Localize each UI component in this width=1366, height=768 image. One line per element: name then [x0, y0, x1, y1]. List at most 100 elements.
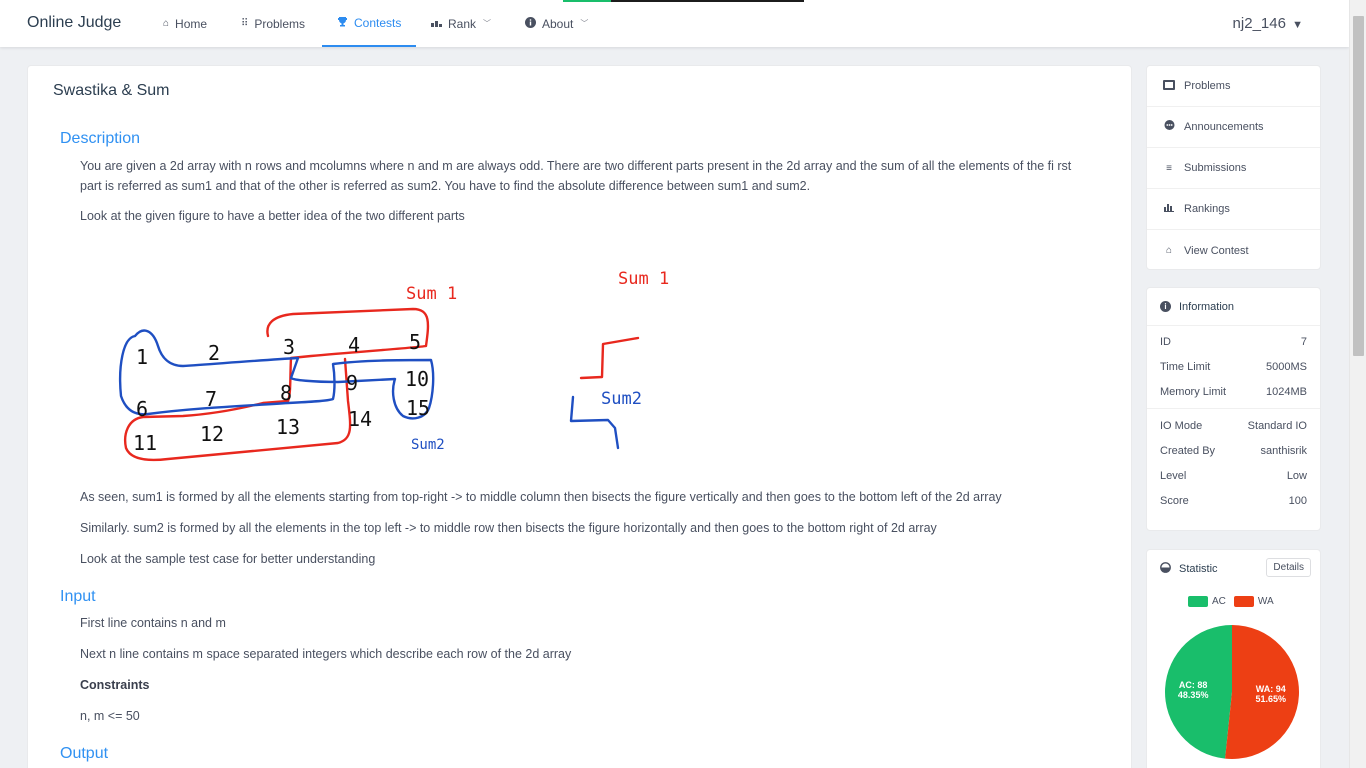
- input-paragraph: First line contains n and m: [80, 616, 226, 630]
- statistic-title: Statistic: [1179, 563, 1218, 575]
- chat-icon: [1163, 120, 1175, 134]
- grid-number: 4: [348, 333, 360, 357]
- description-paragraph: Look at the given figure to have a bette…: [80, 209, 465, 223]
- bar-chart-icon: [431, 18, 442, 30]
- grid-number: 5: [409, 330, 421, 354]
- side-menu-view-contest[interactable]: ⌂ View Contest: [1147, 230, 1320, 271]
- information-header: i Information: [1147, 288, 1320, 326]
- submission-pie-chart: AC: 8848.35% WA: 9451.65%: [1165, 625, 1299, 759]
- grid-number: 13: [276, 415, 300, 439]
- grid-number: 12: [200, 422, 224, 446]
- legend-item-wa[interactable]: WA: [1233, 596, 1274, 607]
- information-title: Information: [1179, 300, 1235, 313]
- grid-number: 1: [136, 345, 148, 369]
- grid-number: 11: [133, 431, 157, 455]
- nav-problems[interactable]: ⠿ Problems: [241, 0, 305, 47]
- sum1-shape-label: Sum 1: [618, 269, 669, 289]
- pie-chart-icon: [1160, 562, 1171, 576]
- site-logo[interactable]: Online Judge: [27, 14, 121, 32]
- description-paragraph: As seen, sum1 is formed by all the eleme…: [80, 490, 1002, 504]
- pie-slice-label: 48.35%: [1178, 690, 1209, 700]
- details-button[interactable]: Details: [1266, 558, 1311, 577]
- grid-number: 9: [346, 371, 358, 395]
- info-row: Created By santhisrik: [1160, 445, 1307, 457]
- swastika-figure: 1 2 3 4 5 6 7 8 9 10 11 12 13 14 15 Sum …: [118, 269, 669, 462]
- vertical-scrollbar[interactable]: [1349, 0, 1366, 768]
- book-icon: [1163, 79, 1175, 93]
- input-heading: Input: [60, 588, 96, 605]
- grid-icon: ⠿: [241, 18, 249, 29]
- grid-number: 7: [205, 387, 217, 411]
- description-paragraph: Similarly. sum2 is formed by all the ele…: [80, 521, 937, 535]
- info-icon: i: [1160, 301, 1171, 312]
- side-menu-announcements[interactable]: Announcements: [1147, 107, 1320, 148]
- info-row: ID 7: [1160, 336, 1307, 348]
- user-menu[interactable]: nj2_146 ▼: [1233, 15, 1303, 32]
- grid-number: 14: [348, 407, 372, 431]
- grid-number: 8: [280, 381, 292, 405]
- info-row: Time Limit 5000MS: [1160, 361, 1307, 373]
- trophy-icon: [337, 16, 348, 30]
- bar-chart-icon: [1163, 203, 1175, 215]
- description-paragraph: Look at the sample test case for better …: [80, 552, 376, 566]
- page-loading-bar: [563, 0, 804, 2]
- side-menu-submissions[interactable]: ≡ Submissions: [1147, 148, 1320, 189]
- nav-contests[interactable]: Contests: [322, 0, 417, 47]
- grid-number: 6: [136, 397, 148, 421]
- nav-contests-label: Contests: [354, 15, 402, 30]
- sum1-shape: [579, 336, 640, 380]
- grid-number: 3: [283, 335, 295, 359]
- problem-title: Swastika & Sum: [53, 82, 170, 99]
- nav-about[interactable]: About ﹀: [525, 0, 588, 47]
- loading-bar-fill: [563, 0, 611, 2]
- problem-panel: Swastika & Sum Description You are given…: [27, 65, 1132, 768]
- scrollbar-thumb[interactable]: [1353, 16, 1364, 356]
- username: nj2_146: [1232, 15, 1286, 32]
- legend-swatch: [1233, 596, 1254, 607]
- grid-number: 15: [406, 396, 430, 420]
- output-heading: Output: [60, 745, 109, 762]
- nav-home[interactable]: ⌂ Home: [163, 0, 207, 47]
- nav-rank[interactable]: Rank ﹀: [431, 0, 491, 47]
- side-menu-rankings[interactable]: Rankings: [1147, 189, 1320, 230]
- statistic-card: Statistic Details AC WA AC: 88 48.35% WA: …: [1146, 549, 1321, 768]
- top-navbar: Online Judge ⌂ Home ⠿ Problems Contests …: [0, 0, 1349, 47]
- info-row: Memory Limit 1024MB: [1160, 386, 1307, 398]
- nav-home-label: Home: [175, 16, 208, 31]
- legend-swatch: [1188, 596, 1208, 607]
- chevron-down-icon: ﹀: [483, 19, 492, 28]
- list-icon: ≡: [1166, 162, 1172, 174]
- sum2-shape-label: Sum2: [601, 389, 642, 409]
- sum1-label: Sum 1: [406, 284, 457, 304]
- nav-rank-label: Rank: [448, 16, 477, 31]
- pie-slice-label: AC: 88: [1179, 680, 1208, 690]
- information-card: i Information ID 7 Time Limit 5000MS Memor…: [1146, 287, 1321, 531]
- info-row: IO Mode Standard IO: [1160, 420, 1307, 432]
- nav-about-label: About: [542, 16, 574, 31]
- legend-item-ac[interactable]: AC: [1188, 596, 1226, 607]
- side-menu-label: Problems: [1184, 80, 1231, 92]
- input-paragraph: Next n line contains m space separated i…: [80, 647, 572, 661]
- contest-side-menu: Problems Announcements ≡ Submissions Ran…: [1146, 65, 1321, 270]
- pie-slice-label: 51.65%: [1256, 694, 1287, 704]
- constraints-label: Constraints: [80, 678, 150, 692]
- pie-slice-label: WA: 94: [1256, 684, 1286, 694]
- side-menu-label: View Contest: [1184, 244, 1249, 257]
- side-menu-label: Submissions: [1184, 162, 1247, 174]
- description-paragraph: You are given a 2d array with n rows and…: [80, 159, 1072, 193]
- caret-down-icon: ▼: [1292, 19, 1303, 31]
- description-heading: Description: [60, 130, 141, 147]
- info-row: Score 100: [1160, 495, 1307, 507]
- sum2-outline: [118, 329, 435, 420]
- home-icon: ⌂: [163, 18, 170, 29]
- grid-number: 2: [208, 341, 220, 365]
- sum2-label: Sum2: [411, 437, 445, 453]
- side-menu-label: Rankings: [1184, 203, 1230, 215]
- info-row: Level Low: [1160, 470, 1307, 482]
- constraints-value: n, m <= 50: [80, 709, 140, 723]
- side-menu-label: Announcements: [1184, 121, 1264, 133]
- chevron-down-icon: ﹀: [580, 19, 589, 28]
- info-icon: [525, 16, 536, 31]
- side-menu-problems[interactable]: Problems: [1147, 66, 1320, 107]
- chart-legend: AC WA: [1188, 596, 1274, 607]
